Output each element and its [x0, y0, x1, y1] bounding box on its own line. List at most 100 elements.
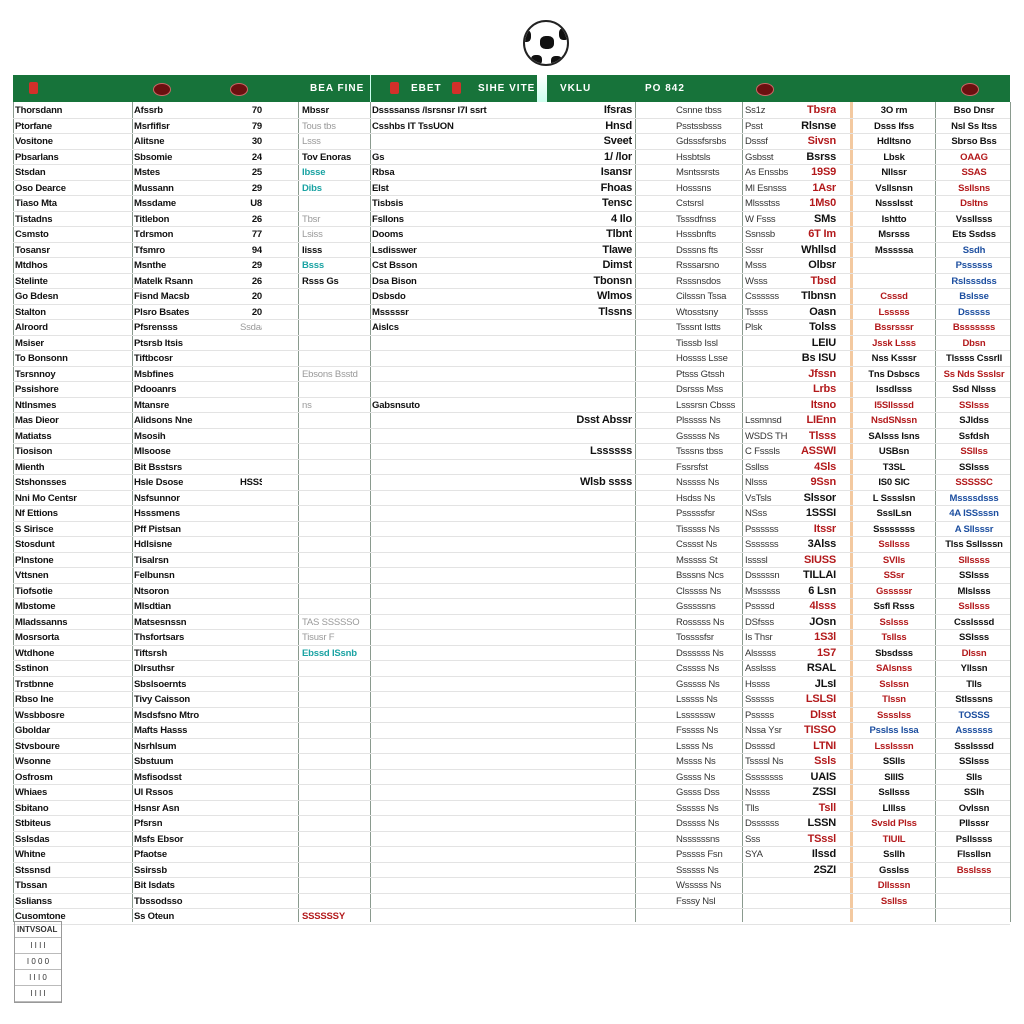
- cell-opponent[interactable]: IS0 SIC: [852, 475, 936, 490]
- cell-tag[interactable]: Ssllsss: [937, 599, 1011, 614]
- cell-stat[interactable]: Mlssstss: [745, 196, 800, 211]
- cell-stat[interactable]: Plsk: [745, 320, 800, 335]
- cell-opponent[interactable]: Tns Dsbscs: [852, 367, 936, 382]
- cell-team[interactable]: Sbitano: [15, 801, 131, 816]
- cell-venue[interactable]: Nssssssns: [676, 832, 740, 847]
- cell-tag[interactable]: Bsslsss: [937, 863, 1011, 878]
- cell-score[interactable]: Tlsss: [800, 429, 836, 444]
- cell-venue[interactable]: Rosssss Ns: [676, 615, 740, 630]
- cell-tag[interactable]: Dlssn: [937, 646, 1011, 661]
- cell-result[interactable]: Hnsd: [532, 119, 632, 134]
- cell-player[interactable]: Pfsrsn: [134, 816, 238, 831]
- cell-note[interactable]: Mbssr: [302, 103, 370, 118]
- cell-note[interactable]: Ebsons Bsstd: [302, 367, 370, 382]
- cell-team[interactable]: Tiosison: [15, 444, 131, 459]
- cell-score[interactable]: JOsn: [800, 615, 836, 630]
- cell-tag[interactable]: Assssss: [937, 723, 1011, 738]
- cell-venue[interactable]: Tsssdfnss: [676, 212, 740, 227]
- cell-team[interactable]: Stshonsses: [15, 475, 131, 490]
- cell-number[interactable]: 26: [240, 274, 262, 289]
- cell-venue[interactable]: Ptsss Gtssh: [676, 367, 740, 382]
- cell-player[interactable]: Ptsrsb Itsis: [134, 336, 238, 351]
- cell-stat[interactable]: Alsssss: [745, 646, 800, 661]
- cell-opponent[interactable]: SSlls: [852, 754, 936, 769]
- cell-team[interactable]: Thorsdann: [15, 103, 131, 118]
- cell-score[interactable]: 1Ms0: [800, 196, 836, 211]
- cell-venue[interactable]: Rsssnsdos: [676, 274, 740, 289]
- cell-result[interactable]: Ifsras: [532, 103, 632, 118]
- cell-opponent[interactable]: Lbsk: [852, 150, 936, 165]
- cell-score[interactable]: 3Alss: [800, 537, 836, 552]
- cell-score[interactable]: Ilssd: [800, 847, 836, 862]
- cell-stat[interactable]: Mssssss: [745, 584, 800, 599]
- cell-opponent[interactable]: Csssd: [852, 289, 936, 304]
- cell-player[interactable]: Bit Isdats: [134, 878, 238, 893]
- cell-score[interactable]: Jfssn: [800, 367, 836, 382]
- cell-opponent[interactable]: Msrsss: [852, 227, 936, 242]
- cell-venue[interactable]: Tisssss Ns: [676, 522, 740, 537]
- cell-fixture[interactable]: Lsdisswer: [372, 243, 532, 258]
- cell-score[interactable]: Tolss: [800, 320, 836, 335]
- cell-note[interactable]: Rsss Gs: [302, 274, 370, 289]
- cell-tag[interactable]: Ssdh: [937, 243, 1011, 258]
- cell-player[interactable]: Sbslsoernts: [134, 677, 238, 692]
- cell-score[interactable]: Olbsr: [800, 258, 836, 273]
- cell-player[interactable]: Msfs Ebsor: [134, 832, 238, 847]
- cell-player[interactable]: Msfisodsst: [134, 770, 238, 785]
- cell-fixture[interactable]: Gs: [372, 150, 532, 165]
- cell-opponent[interactable]: SlllS: [852, 770, 936, 785]
- cell-player[interactable]: Afssrb: [134, 103, 238, 118]
- cell-team[interactable]: Plnstone: [15, 553, 131, 568]
- cell-venue[interactable]: Cstsrsl: [676, 196, 740, 211]
- cell-score[interactable]: LSLSI: [800, 692, 836, 707]
- cell-tag[interactable]: Dbsn: [937, 336, 1011, 351]
- cell-tag[interactable]: Ssd Nlsss: [937, 382, 1011, 397]
- cell-venue[interactable]: Gsssss Ns: [676, 677, 740, 692]
- cell-tag[interactable]: Pllsssr: [937, 816, 1011, 831]
- cell-stat[interactable]: VsTsls: [745, 491, 800, 506]
- cell-fixture[interactable]: Dsa Bison: [372, 274, 532, 289]
- cell-stat[interactable]: As Enssbs: [745, 165, 800, 180]
- cell-opponent[interactable]: Ssfl Rsss: [852, 599, 936, 614]
- cell-opponent[interactable]: Dllsssn: [852, 878, 936, 893]
- cell-score[interactable]: Lrbs: [800, 382, 836, 397]
- cell-tag[interactable]: Bsssssss: [937, 320, 1011, 335]
- cell-score[interactable]: TISSO: [800, 723, 836, 738]
- cell-stat[interactable]: SYA: [745, 847, 800, 862]
- cell-team[interactable]: Nni Mo Centsr: [15, 491, 131, 506]
- cell-fixture[interactable]: Gabsnsuto: [372, 398, 532, 413]
- cell-opponent[interactable]: L Sssslsn: [852, 491, 936, 506]
- cell-stat[interactable]: Hssss: [745, 677, 800, 692]
- cell-fixture[interactable]: Dsbsdo: [372, 289, 532, 304]
- cell-team[interactable]: Mladssanns: [15, 615, 131, 630]
- cell-tag[interactable]: Sllssss: [937, 553, 1011, 568]
- cell-opponent[interactable]: Nss Ksssr: [852, 351, 936, 366]
- cell-team[interactable]: Wssbbosre: [15, 708, 131, 723]
- cell-player[interactable]: Hsnsr Asn: [134, 801, 238, 816]
- cell-team[interactable]: Mosrsorta: [15, 630, 131, 645]
- cell-fixture[interactable]: Fsllons: [372, 212, 532, 227]
- cell-score[interactable]: Ssls: [800, 754, 836, 769]
- cell-venue[interactable]: Tisssb Issl: [676, 336, 740, 351]
- cell-number[interactable]: 77: [240, 227, 262, 242]
- header-label[interactable]: BEA FINE: [310, 83, 364, 94]
- cell-score[interactable]: RSAL: [800, 661, 836, 676]
- cell-tag[interactable]: Slls: [937, 770, 1011, 785]
- cell-score[interactable]: 1S7: [800, 646, 836, 661]
- cell-team[interactable]: Sstinon: [15, 661, 131, 676]
- cell-team[interactable]: Stssnsd: [15, 863, 131, 878]
- cell-stat[interactable]: Ss1z: [745, 103, 800, 118]
- cell-tag[interactable]: Vssllsss: [937, 212, 1011, 227]
- cell-player[interactable]: Felbunsn: [134, 568, 238, 583]
- cell-team[interactable]: Alroord: [15, 320, 131, 335]
- cell-player[interactable]: Dlrsuthsr: [134, 661, 238, 676]
- cell-score[interactable]: Tsll: [800, 801, 836, 816]
- cell-venue[interactable]: Plsssss Ns: [676, 413, 740, 428]
- cell-venue[interactable]: Hossss Lsse: [676, 351, 740, 366]
- cell-team[interactable]: Vositone: [15, 134, 131, 149]
- cell-stat[interactable]: Dsssssn: [745, 568, 800, 583]
- cell-tag[interactable]: SSllss: [937, 444, 1011, 459]
- cell-number[interactable]: 20: [240, 289, 262, 304]
- cell-tag[interactable]: Stlsssns: [937, 692, 1011, 707]
- cell-score[interactable]: LEIU: [800, 336, 836, 351]
